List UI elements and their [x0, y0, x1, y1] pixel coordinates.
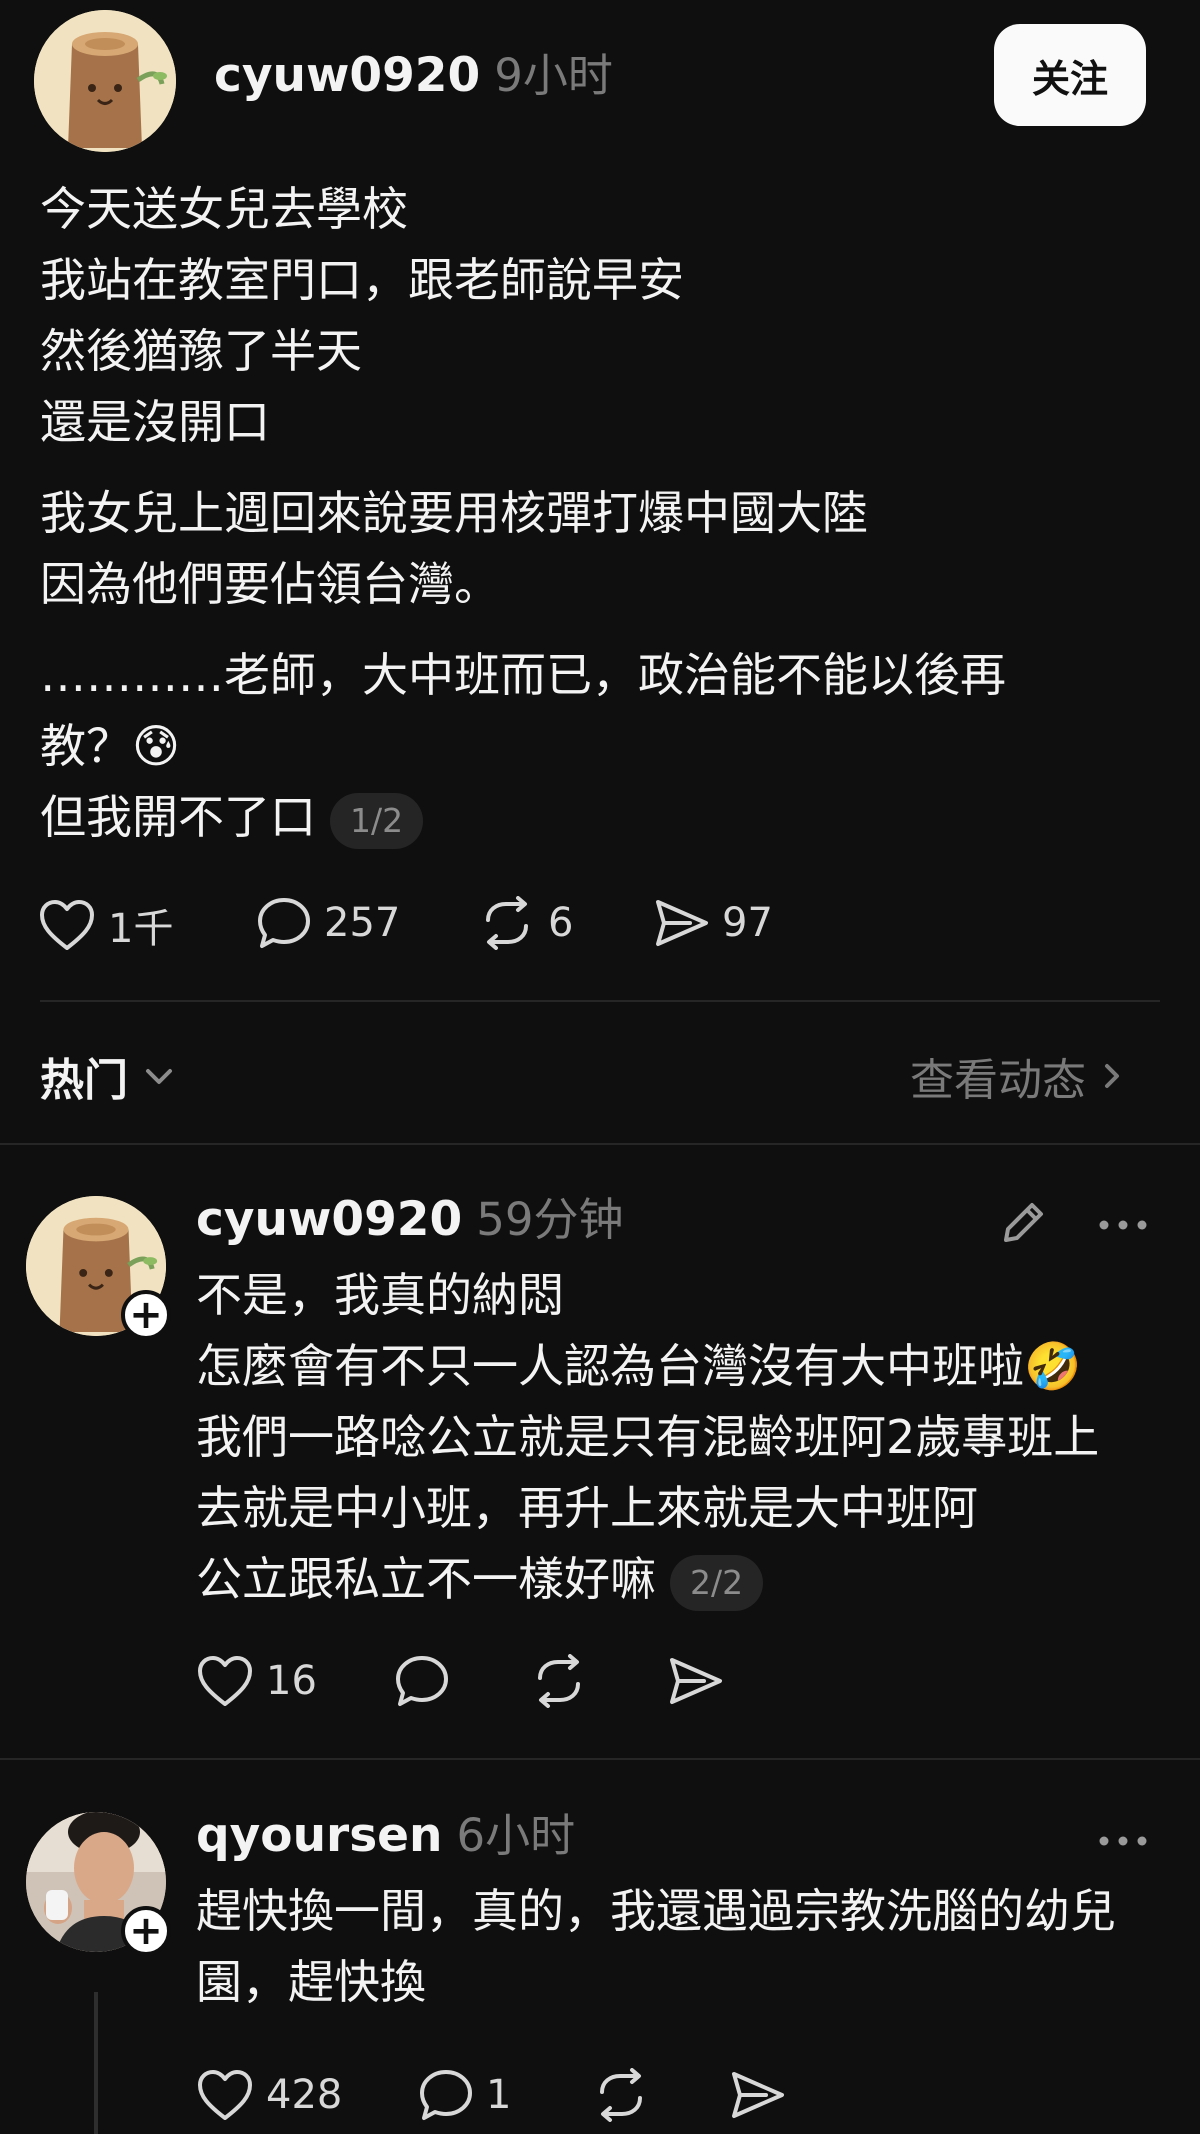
reply-line: 我們一路唸公立就是只有混齡班阿2歲專班上	[196, 1410, 1100, 1464]
post-header: cyuw0920 9小时	[214, 46, 613, 116]
page-indicator[interactable]: 2/2	[670, 1554, 764, 1611]
reply-header: cyuw0920 59分钟	[196, 1190, 623, 1260]
heart-icon	[198, 1656, 252, 1706]
send-icon	[656, 900, 708, 946]
post-line-text: 但我開不了口	[40, 790, 316, 844]
more-options-icon[interactable]	[1098, 1216, 1148, 1235]
comment-count: 1	[486, 2072, 512, 2118]
post-line: 然後猶豫了半天	[40, 324, 362, 378]
follow-button[interactable]: 关注	[994, 24, 1146, 126]
repost-count: 6	[548, 900, 574, 946]
sort-dropdown[interactable]: 热门	[40, 1044, 176, 1108]
thread-line	[94, 1992, 98, 2134]
reply-line: 公立跟私立不一樣好嘛 2/2	[196, 1544, 1099, 1615]
view-activity-link[interactable]: 查看动态	[910, 1044, 1124, 1108]
repost-button[interactable]	[530, 1654, 588, 1708]
post-line: 但我開不了口 1/2	[40, 782, 1006, 853]
post-line: 我女兒上週回來說要用核彈打爆中國大陸	[40, 486, 868, 540]
reply-line: 去就是中小班，再升上來就是大中班阿	[196, 1481, 978, 1535]
like-button[interactable]: 1千	[38, 896, 173, 954]
section-divider	[0, 1143, 1200, 1145]
follow-plus-button[interactable]: +	[121, 1906, 171, 1956]
send-icon	[732, 2072, 784, 2118]
reply-username[interactable]: qyoursen	[196, 1808, 443, 1863]
like-count: 16	[266, 1658, 317, 1704]
post-time: 9小时	[494, 49, 613, 102]
post-username[interactable]: cyuw0920	[214, 48, 480, 103]
reply-header: qyoursen 6小时	[196, 1806, 575, 1876]
like-count: 428	[266, 2072, 343, 2118]
reply-line-text: 公立跟私立不一樣好嘛	[196, 1552, 656, 1606]
comment-bubble-icon	[420, 2070, 472, 2120]
comment-button[interactable]	[394, 1654, 450, 1708]
repost-button[interactable]	[592, 2068, 650, 2122]
like-button[interactable]: 428	[196, 2068, 342, 2122]
reply-body: 不是，我真的納悶 怎麼會有不只一人認為台灣沒有大中班啦🤣 我們一路唸公立就是只有…	[196, 1260, 1099, 1615]
sort-label: 热门	[40, 1055, 128, 1106]
send-icon	[670, 1658, 722, 1704]
comment-count: 257	[324, 900, 401, 946]
follow-plus-button[interactable]: +	[121, 1290, 171, 1340]
comment-bubble-icon	[258, 898, 310, 948]
reply-time: 6小时	[456, 1809, 576, 1862]
post-line: 我站在教室門口，跟老師說早安	[40, 253, 684, 307]
share-button[interactable]: 97	[654, 896, 773, 950]
reply-time: 59分钟	[476, 1193, 624, 1246]
tree-stump-icon	[34, 10, 176, 152]
comment-button[interactable]: 257	[256, 896, 400, 950]
reply-line: 園，趕快換	[196, 1955, 426, 2009]
like-count: 1千	[108, 906, 174, 952]
post-paragraph-1: 今天送女兒去學校 我站在教室門口，跟老師說早安 然後猶豫了半天 還是沒開口	[40, 174, 1006, 458]
divider	[40, 1000, 1160, 1002]
post-line: 教？😰	[40, 719, 180, 773]
comment-bubble-icon	[396, 1656, 448, 1706]
post-line: …………老師，大中班而已，政治能不能以後再	[40, 648, 1006, 702]
page-indicator[interactable]: 1/2	[330, 792, 424, 849]
post-line: 因為他們要佔領台灣。	[40, 557, 500, 611]
reply-line: 不是，我真的納悶	[196, 1268, 564, 1322]
chevron-right-icon	[1105, 1064, 1119, 1088]
view-activity-label: 查看动态	[910, 1055, 1086, 1106]
edit-button[interactable]	[998, 1196, 1050, 1252]
repost-icon	[600, 2068, 642, 2122]
post-paragraph-2: 我女兒上週回來說要用核彈打爆中國大陸 因為他們要佔領台灣。	[40, 478, 1006, 620]
post-body: 今天送女兒去學校 我站在教室門口，跟老師說早安 然後猶豫了半天 還是沒開口 我女…	[40, 174, 1006, 853]
heart-icon	[40, 900, 94, 950]
repost-button[interactable]: 6	[478, 896, 573, 950]
avatar[interactable]	[34, 10, 176, 152]
share-button[interactable]	[730, 2068, 786, 2122]
comment-button[interactable]: 1	[418, 2068, 511, 2122]
repost-icon	[538, 1654, 580, 1708]
share-count: 97	[722, 900, 773, 946]
reply-line: 怎麼會有不只一人認為台灣沒有大中班啦🤣	[196, 1339, 1082, 1393]
like-button[interactable]: 16	[196, 1654, 317, 1708]
reply-username[interactable]: cyuw0920	[196, 1192, 462, 1247]
heart-icon	[198, 2070, 252, 2120]
share-button[interactable]	[668, 1654, 724, 1708]
more-options-icon[interactable]	[1098, 1832, 1148, 1851]
chevron-down-icon	[146, 1069, 172, 1084]
post-line: 今天送女兒去學校	[40, 182, 408, 236]
post-line: 還是沒開口	[40, 395, 270, 449]
post-paragraph-3: …………老師，大中班而已，政治能不能以後再 教？😰 但我開不了口 1/2	[40, 640, 1006, 853]
repost-icon	[486, 896, 528, 950]
reply-line: 趕快換一間，真的，我還遇過宗教洗腦的幼兒	[196, 1884, 1116, 1938]
pencil-icon	[1004, 1203, 1043, 1242]
reply-body: 趕快換一間，真的，我還遇過宗教洗腦的幼兒 園，趕快換	[196, 1876, 1116, 2018]
divider	[0, 1758, 1200, 1760]
